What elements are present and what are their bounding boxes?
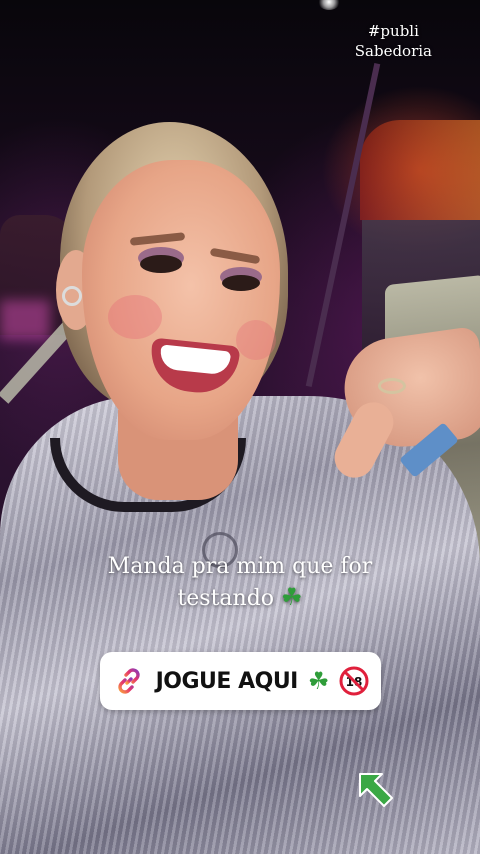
hashtag-text: #publi (367, 22, 419, 40)
earring (62, 286, 82, 306)
up-left-arrow-icon (356, 770, 396, 810)
link-sticker-button[interactable]: JOGUE AQUI ☘ 18 (100, 652, 381, 710)
left-cheek (108, 295, 162, 339)
caption-line-2-text: testando (177, 586, 275, 611)
person-selfie (0, 110, 480, 854)
face (82, 160, 280, 440)
no-under-18-icon: 18 (339, 666, 369, 696)
sponsor-text: Sabedoria (354, 42, 432, 60)
right-eye (222, 275, 260, 291)
caption-line-1: Manda pra mim que for (107, 554, 373, 579)
link-icon (112, 664, 146, 698)
link-sticker-label: JOGUE AQUI (155, 668, 299, 694)
right-cheek (236, 320, 276, 360)
ring (378, 378, 406, 394)
clover-icon: ☘ (307, 667, 330, 695)
left-eye (140, 255, 182, 273)
clover-icon: ☘ (281, 583, 303, 611)
caption-line-2: testando ☘ (60, 583, 420, 615)
sponsor-tag: #publi Sabedoria (355, 21, 432, 61)
stage-light (318, 0, 340, 10)
story-frame: #publi Sabedoria Manda pra mim que for t… (0, 0, 480, 854)
story-caption: Manda pra mim que for testando ☘ (60, 551, 420, 615)
